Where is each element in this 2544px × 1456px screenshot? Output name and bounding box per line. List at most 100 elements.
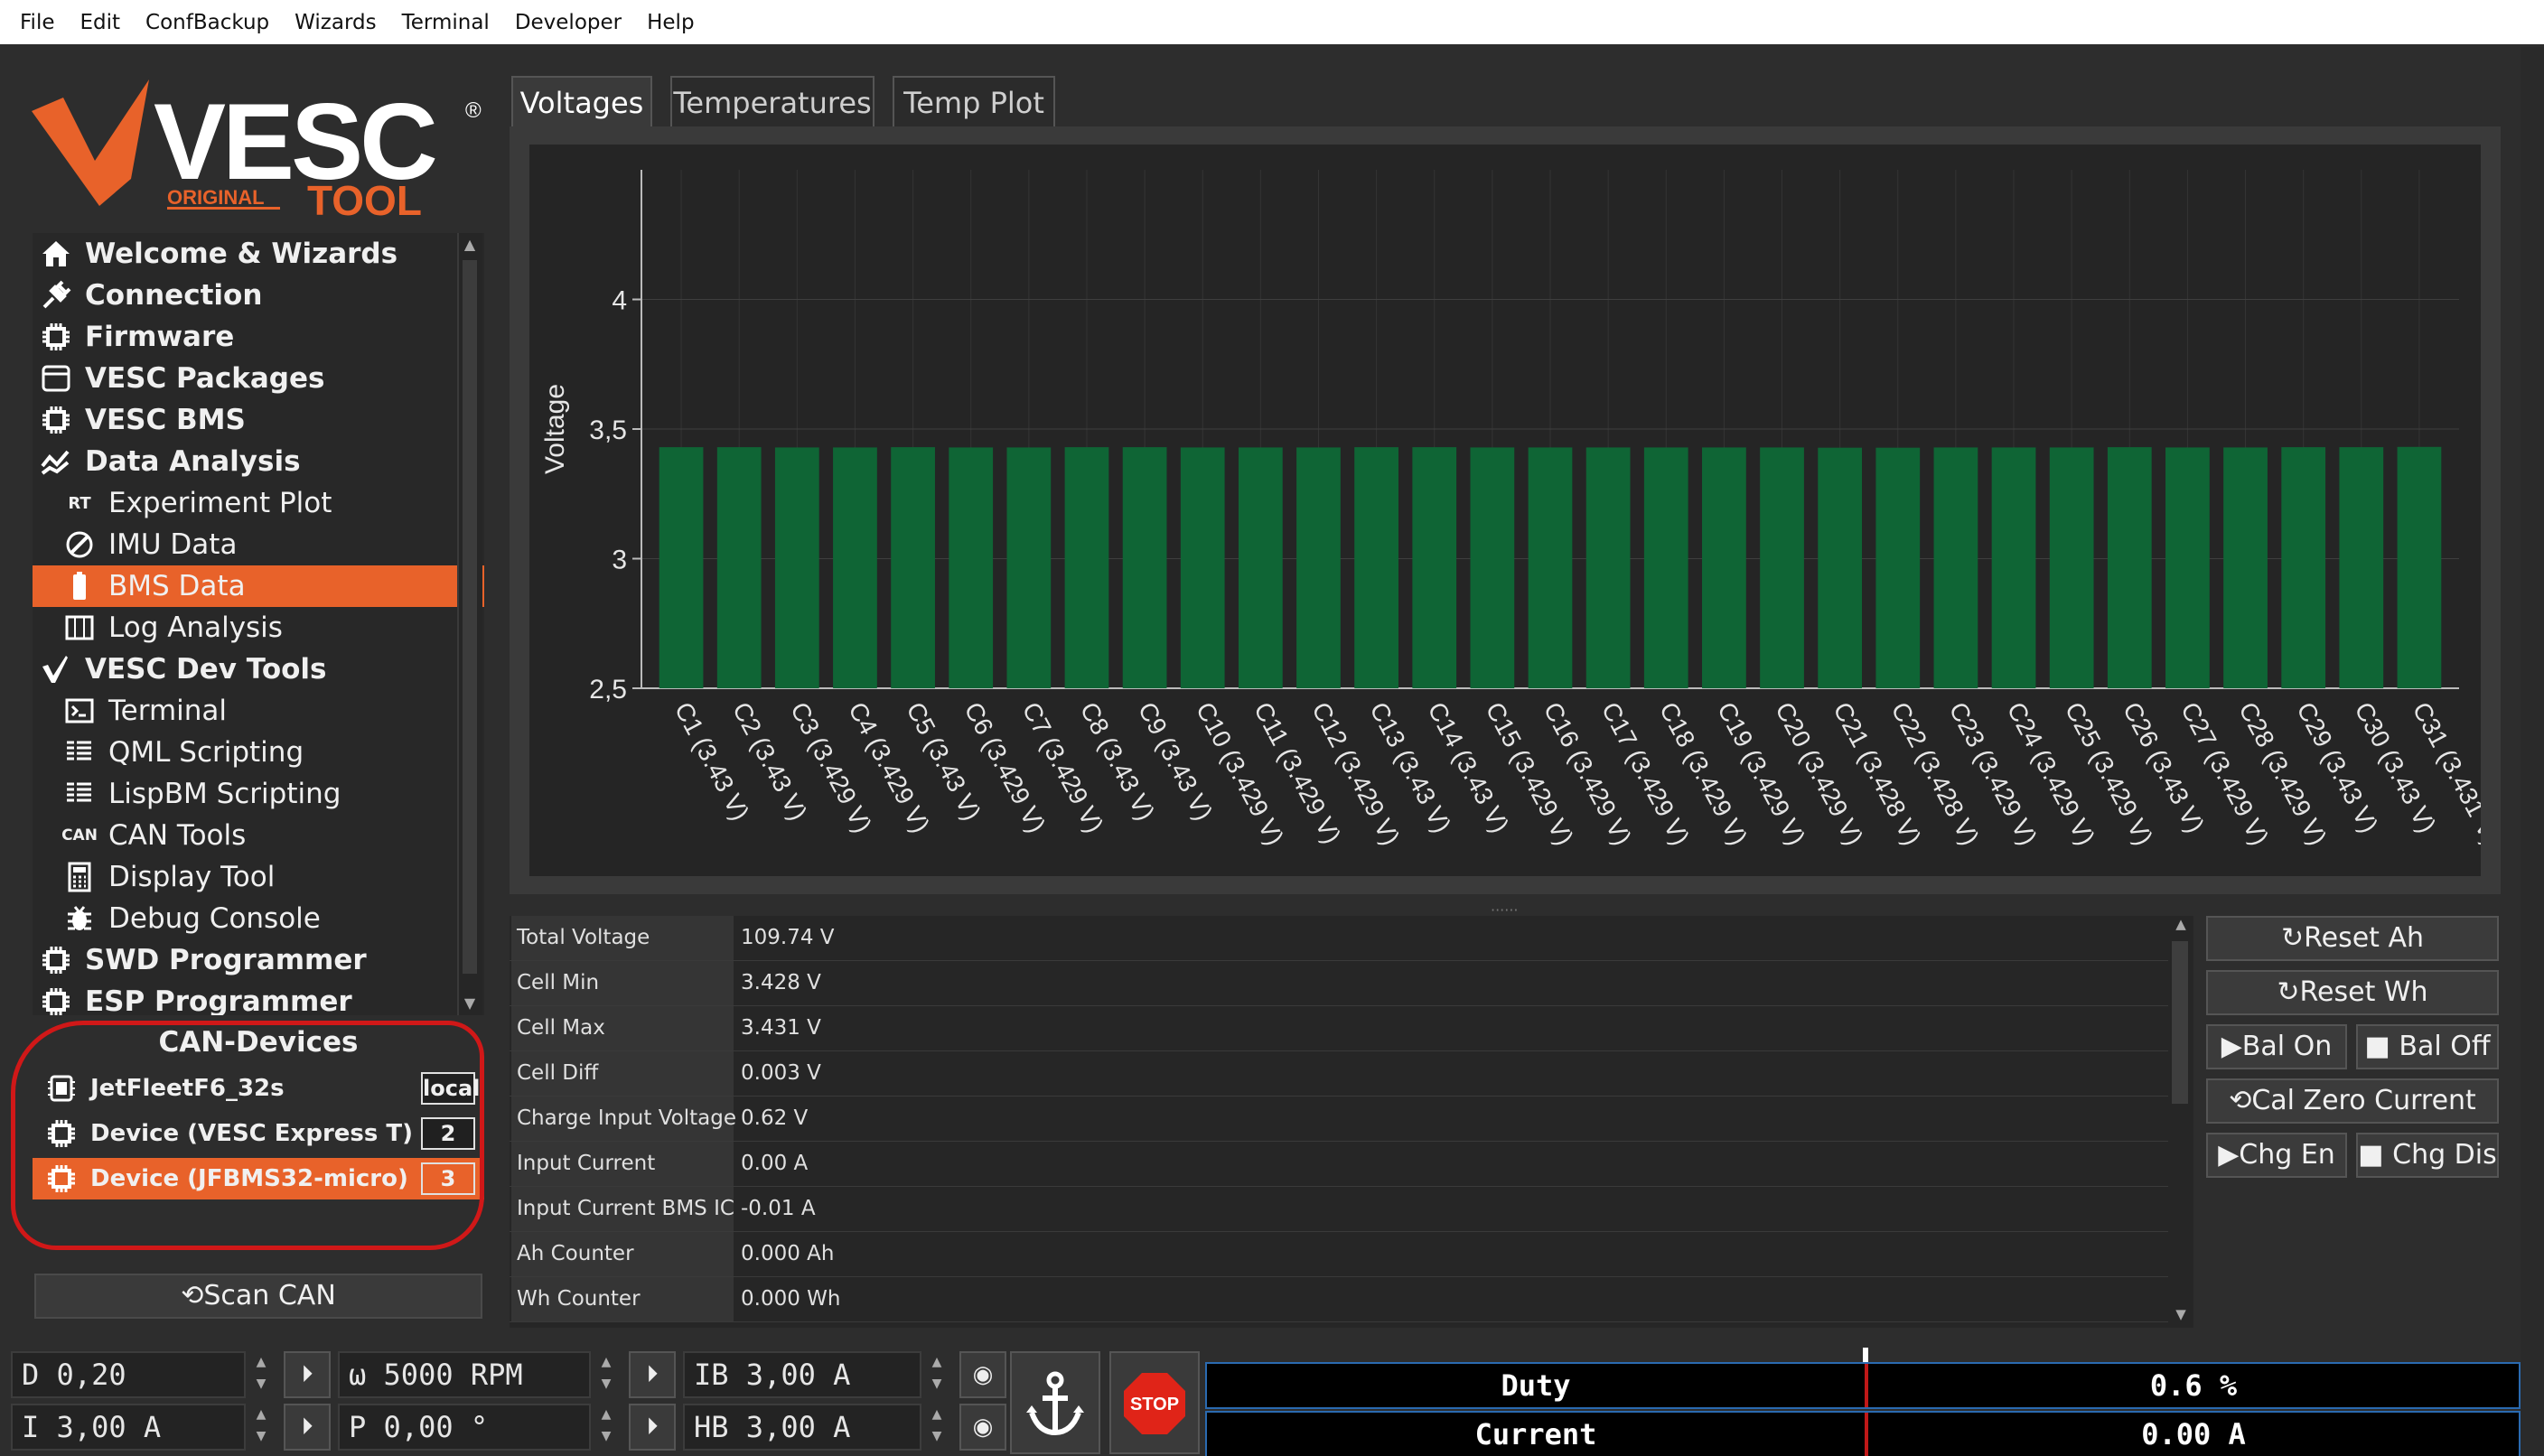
rpm-run-button[interactable]: ⏵ <box>629 1351 676 1398</box>
current-bar-value: 0.00 A <box>2141 1417 2246 1451</box>
sidebar-item-esp-programmer[interactable]: ESP Programmer <box>33 981 484 1015</box>
handbrake-run-button[interactable]: ◉ <box>959 1404 1006 1451</box>
logo-original: ORIGINAL <box>167 186 265 209</box>
sidebar-item-firmware[interactable]: Firmware <box>33 316 484 358</box>
table-row: Cell Max 3.431 V <box>510 1006 2168 1051</box>
anchor-button[interactable] <box>1010 1351 1100 1454</box>
table-row: Ah Counter 0.000 Ah <box>510 1232 2168 1277</box>
stat-label: Cell Min <box>511 961 734 1005</box>
sidebar-item-data-analysis[interactable]: Data Analysis <box>33 441 484 482</box>
reset-ah-button[interactable]: ↻Reset Ah <box>2206 916 2499 961</box>
table-scrollbar[interactable]: ▲ ▼ <box>2168 916 2193 1328</box>
bal-off-button[interactable]: ■ Bal Off <box>2356 1024 2499 1069</box>
logo-tool: TOOL <box>307 177 422 224</box>
current-bar-label: Current <box>1474 1417 1597 1451</box>
scroll-down-icon[interactable]: ▼ <box>459 992 481 1015</box>
sidebar-item-connection[interactable]: Connection <box>33 275 484 316</box>
duty-input[interactable]: D 0,20 <box>11 1351 246 1398</box>
menu-terminal[interactable]: Terminal <box>389 11 502 34</box>
chart-bar <box>891 447 935 688</box>
menu-edit[interactable]: Edit <box>68 11 134 34</box>
current-bar: Current 0.00 A <box>1205 1411 2521 1456</box>
sidebar-scrollbar[interactable]: ▲ ▼ <box>457 233 482 1015</box>
rpm-input[interactable]: ω 5000 RPM <box>338 1351 591 1398</box>
sidebar-item-vesc-bms[interactable]: VESC BMS <box>33 399 484 441</box>
menu-wizards[interactable]: Wizards <box>282 11 388 34</box>
handbrake-stepper[interactable]: ▲ ▼ <box>927 1404 947 1451</box>
chip-icon <box>38 984 74 1015</box>
brake-current-input[interactable]: IB 3,00 A <box>683 1351 921 1398</box>
scrollbar-thumb[interactable] <box>463 260 477 974</box>
home-icon <box>38 236 74 272</box>
position-run-button[interactable]: ⏵ <box>629 1404 676 1451</box>
chart-bar <box>833 447 877 688</box>
sidebar-item-terminal[interactable]: Terminal <box>33 690 484 732</box>
sidebar-item-welcome[interactable]: Welcome & Wizards <box>33 233 484 275</box>
position-input[interactable]: P 0,00 ° <box>338 1404 591 1451</box>
sidebar-item-lispbm-scripting[interactable]: LispBM Scripting <box>33 773 484 815</box>
duty-stepper[interactable]: ▲ ▼ <box>251 1351 271 1398</box>
stat-value: 3.428 V <box>741 971 821 994</box>
table-row: Cell Diff 0.003 V <box>510 1051 2168 1097</box>
sidebar-item-swd-programmer[interactable]: SWD Programmer <box>33 939 484 981</box>
chart-bar <box>1122 447 1167 688</box>
sidebar-item-debug-console[interactable]: Debug Console <box>33 898 484 939</box>
current-input[interactable]: I 3,00 A <box>11 1404 246 1451</box>
sidebar-item-label: SWD Programmer <box>85 944 367 976</box>
scan-can-button[interactable]: ⟲Scan CAN <box>34 1274 482 1319</box>
menu-file[interactable]: File <box>7 11 68 34</box>
menu-help[interactable]: Help <box>634 11 706 34</box>
chart-bar <box>1470 447 1515 688</box>
menu-developer[interactable]: Developer <box>502 11 634 34</box>
sidebar-item-label: Firmware <box>85 321 235 353</box>
stat-label: Cell Diff <box>511 1051 734 1096</box>
scroll-down-icon[interactable]: ▼ <box>2170 1306 2192 1328</box>
chart-bar <box>1702 447 1746 688</box>
stat-value: -0.01 A <box>741 1197 816 1220</box>
scroll-up-icon[interactable]: ▲ <box>459 233 481 257</box>
reset-wh-button[interactable]: ↻Reset Wh <box>2206 970 2499 1015</box>
handbrake-input[interactable]: HB 3,00 A <box>683 1404 921 1451</box>
sidebar-item-bms-data[interactable]: BMS Data <box>33 565 484 607</box>
stop-button[interactable]: STOP <box>1109 1351 1200 1454</box>
bal-on-button[interactable]: ▶Bal On <box>2206 1024 2347 1069</box>
duty-bar: Duty 0.6 % <box>1205 1362 2521 1409</box>
sidebar-item-qml-scripting[interactable]: QML Scripting <box>33 732 484 773</box>
table-row: Input Current BMS IC -0.01 A <box>510 1187 2168 1232</box>
current-stepper[interactable]: ▲ ▼ <box>251 1404 271 1451</box>
chg-dis-button[interactable]: ■ Chg Dis <box>2356 1133 2499 1178</box>
rpm-stepper[interactable]: ▲ ▼ <box>596 1351 616 1398</box>
play-icon: ▶ <box>2218 1139 2240 1171</box>
table-row: Wh Counter 0.000 Wh <box>510 1277 2168 1322</box>
cal-zero-current-button[interactable]: ⟲Cal Zero Current <box>2206 1078 2499 1124</box>
cal-zero-label: Cal Zero Current <box>2251 1085 2476 1116</box>
chart-bar <box>1528 447 1573 688</box>
scrollbar-thumb[interactable] <box>2172 941 2188 1104</box>
brake-run-button[interactable]: ◉ <box>959 1351 1006 1398</box>
chg-en-button[interactable]: ▶Chg En <box>2206 1133 2347 1178</box>
sidebar-item-log-analysis[interactable]: Log Analysis <box>33 607 484 649</box>
tab-temp-plot[interactable]: Temp Plot <box>893 76 1055 128</box>
stat-label: Charge Input Voltage <box>511 1097 736 1141</box>
current-run-button[interactable]: ⏵ <box>284 1404 331 1451</box>
scroll-up-icon[interactable]: ▲ <box>2170 916 2192 938</box>
tab-voltages[interactable]: Voltages <box>511 76 652 128</box>
sidebar-item-display-tool[interactable]: Display Tool <box>33 856 484 898</box>
brake-current-stepper[interactable]: ▲ ▼ <box>927 1351 947 1398</box>
sidebar-item-label: VESC BMS <box>85 404 246 436</box>
play-icon: ▶ <box>2221 1031 2242 1062</box>
sidebar-item-imu-data[interactable]: IMU Data <box>33 524 484 565</box>
sidebar-item-label: Log Analysis <box>108 611 283 644</box>
stat-value: 109.74 V <box>741 926 835 949</box>
position-stepper[interactable]: ▲ ▼ <box>596 1404 616 1451</box>
sidebar-item-vesc-dev-tools[interactable]: VESC Dev Tools <box>33 649 484 690</box>
sidebar-item-vesc-packages[interactable]: VESC Packages <box>33 358 484 399</box>
menu-confbackup[interactable]: ConfBackup <box>133 11 282 34</box>
sidebar-item-can-tools[interactable]: CAN CAN Tools <box>33 815 484 856</box>
chip-icon <box>38 402 74 438</box>
sidebar-item-experiment-plot[interactable]: RT Experiment Plot <box>33 482 484 524</box>
sidebar-item-label: Terminal <box>108 695 228 727</box>
tab-temperatures[interactable]: Temperatures <box>670 76 874 128</box>
play-circle-icon: ⏵ <box>646 1361 659 1388</box>
duty-run-button[interactable]: ⏵ <box>284 1351 331 1398</box>
